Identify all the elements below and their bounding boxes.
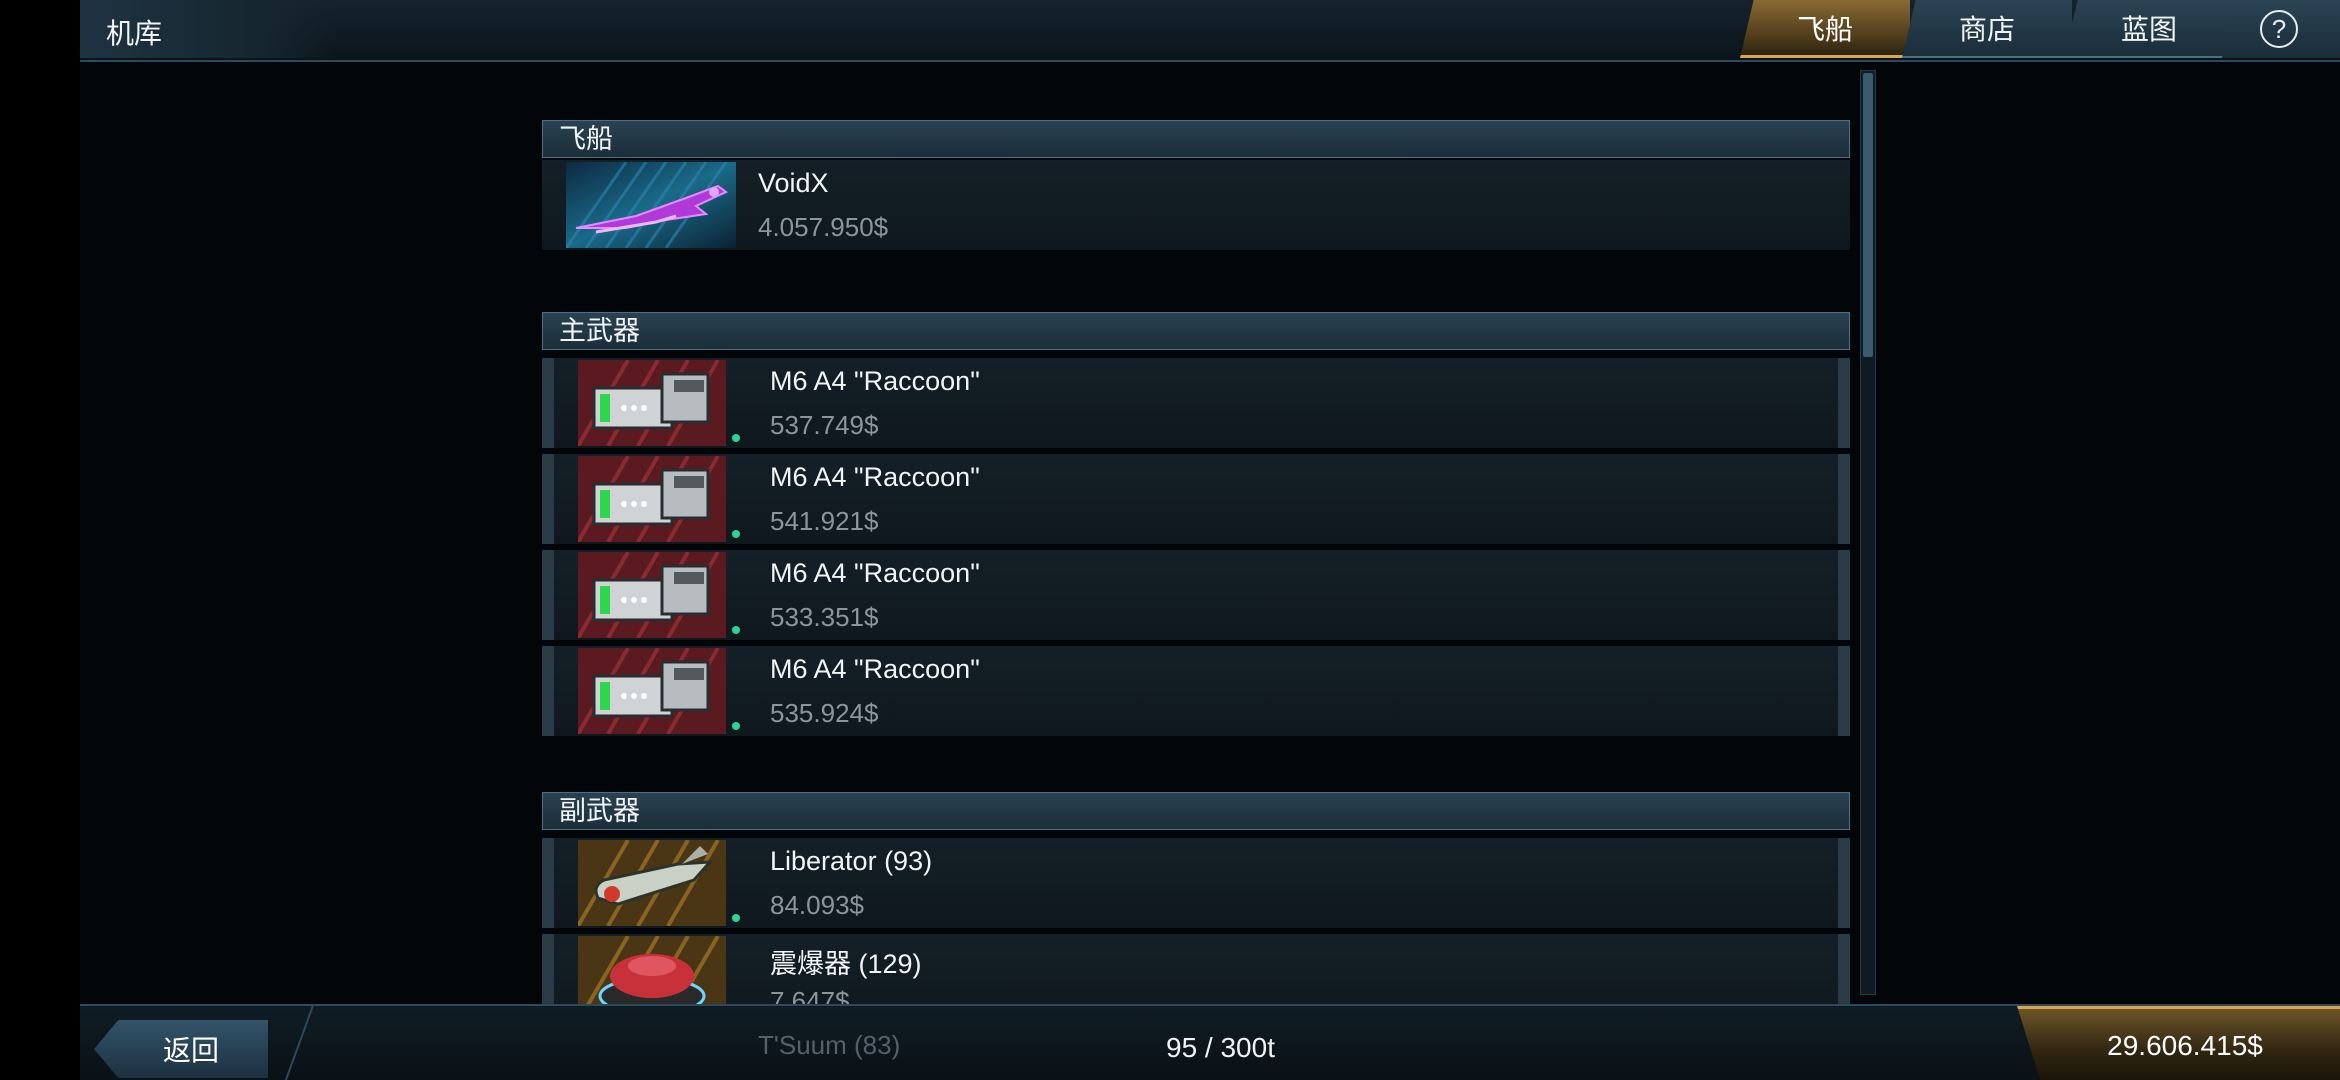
page-title: 机库 <box>106 18 163 49</box>
list-item-primary-weapon[interactable]: M6 A4 "Raccoon" 535.924$ <box>542 646 1850 736</box>
inventory-list[interactable]: 飞船 VoidX 4.057.950$ 主武器 M6 A4 "Raccoon" … <box>542 70 1942 1005</box>
mine-thumbnail <box>578 936 726 1005</box>
top-bar: 机库 飞船 商店 蓝图 ? <box>80 0 2340 62</box>
status-dot-icon <box>732 722 740 730</box>
help-button[interactable]: ? <box>2222 0 2340 58</box>
app-frame: 机库 飞船 商店 蓝图 ? 飞船 VoidX 4.057.950$ 主武器 M6… <box>80 0 2340 1080</box>
help-icon: ? <box>2260 10 2298 48</box>
status-dot-icon <box>732 914 740 922</box>
scrollbar-thumb[interactable] <box>1863 73 1873 357</box>
section-header-primary: 主武器 <box>542 312 1850 350</box>
item-name: 震爆器 (129) <box>770 949 922 979</box>
item-name: M6 A4 "Raccoon" <box>770 558 980 588</box>
title-plate: 机库 <box>80 0 340 58</box>
section-header-secondary: 副武器 <box>542 792 1850 830</box>
item-price: 84.093$ <box>770 890 864 920</box>
tab-shop[interactable]: 商店 <box>1902 0 2072 58</box>
status-dot-icon <box>732 530 740 538</box>
weapon-thumbnail <box>578 552 726 638</box>
status-dot-icon <box>732 434 740 442</box>
item-name: M6 A4 "Raccoon" <box>770 462 980 492</box>
item-price: 541.921$ <box>770 506 879 536</box>
partially-hidden-item-name: T'Suum (83) <box>758 1030 901 1060</box>
tab-blueprints[interactable]: 蓝图 <box>2064 0 2234 58</box>
bottom-bar: 返回 95 / 300t 29.606.415$ <box>80 1004 2340 1080</box>
item-name: M6 A4 "Raccoon" <box>770 654 980 684</box>
item-name: M6 A4 "Raccoon" <box>770 366 980 396</box>
list-item-ship[interactable]: VoidX 4.057.950$ <box>542 160 1850 250</box>
item-name: VoidX <box>758 168 829 198</box>
tab-ship[interactable]: 飞船 <box>1740 0 1910 58</box>
status-dot-icon <box>732 626 740 634</box>
list-item-primary-weapon[interactable]: M6 A4 "Raccoon" 537.749$ <box>542 358 1850 448</box>
ship-thumbnail <box>566 162 736 248</box>
cargo-capacity: 95 / 300t <box>1166 1032 1275 1063</box>
back-button[interactable]: 返回 <box>94 1020 268 1078</box>
weapon-thumbnail <box>578 456 726 542</box>
list-scrollbar[interactable] <box>1860 70 1876 995</box>
section-header-ship: 飞船 <box>542 120 1850 158</box>
list-item-secondary-weapon[interactable]: 震爆器 (129) 7.647$ <box>542 934 1850 1005</box>
credits-balance: 29.606.415$ <box>2017 1006 2340 1080</box>
weapon-thumbnail <box>578 360 726 446</box>
item-name: Liberator (93) <box>770 846 933 876</box>
item-price: 7.647$ <box>770 986 850 1005</box>
list-item-primary-weapon[interactable]: M6 A4 "Raccoon" 533.351$ <box>542 550 1850 640</box>
weapon-thumbnail <box>578 648 726 734</box>
missile-thumbnail <box>578 840 726 926</box>
divider <box>262 1006 314 1080</box>
item-price: 535.924$ <box>770 698 879 728</box>
item-price: 533.351$ <box>770 602 879 632</box>
item-price: 4.057.950$ <box>758 212 889 242</box>
list-item-primary-weapon[interactable]: M6 A4 "Raccoon" 541.921$ <box>542 454 1850 544</box>
list-item-secondary-weapon[interactable]: Liberator (93) 84.093$ <box>542 838 1850 928</box>
item-price: 537.749$ <box>770 410 879 440</box>
